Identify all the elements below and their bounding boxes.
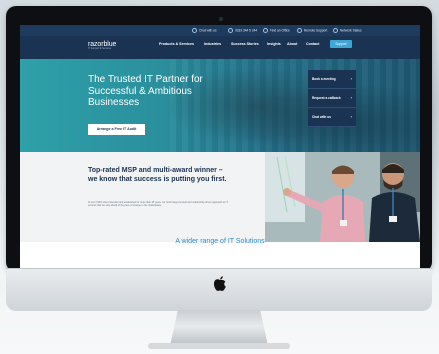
nav-insights[interactable]: Insights (267, 42, 281, 46)
support-button[interactable]: Support (330, 40, 352, 48)
intro-headline: Top-rated MSP and multi-award winner – w… (88, 167, 227, 183)
razorblue-logo[interactable]: razorblue IT Support & Services (88, 41, 116, 50)
nav-about[interactable]: About (287, 42, 297, 46)
chevron-right-icon: › (350, 95, 352, 100)
hero-title: The Trusted IT Partner for Successful & … (88, 74, 203, 108)
topbar-item-chat[interactable]: Chat with us (192, 28, 217, 33)
side-item-book-meeting[interactable]: Book a meeting › (308, 70, 356, 89)
nav-industries[interactable]: Industries (204, 42, 221, 46)
section-title: A wider range of IT Solutions (175, 238, 265, 245)
side-item-label: Book a meeting (312, 77, 336, 81)
team-photo-illustration (265, 152, 420, 242)
monitor-screen: Chat with us 0333 344 5 244 Find an Offi… (20, 25, 420, 269)
team-photo (265, 152, 420, 242)
chevron-right-icon: › (350, 114, 352, 119)
main-navbar (20, 36, 420, 59)
nav-products-services[interactable]: Products & Services (159, 42, 194, 46)
topbar-item-office[interactable]: Find an Office (263, 28, 290, 33)
side-item-chat[interactable]: Chat with us › (308, 108, 356, 127)
side-item-label: Chat with us (312, 115, 331, 119)
nav-contact[interactable]: Contact (306, 42, 319, 46)
monitor-base (148, 343, 290, 349)
arrange-audit-button[interactable]: Arrange a Free IT Audit (88, 124, 145, 135)
chevron-right-icon: › (350, 76, 352, 81)
intro-paragraph: At over 100% client retention and establ… (88, 201, 228, 208)
quick-actions-menu: Book a meeting › Request a callback › Ch… (308, 70, 356, 127)
utility-bar: Chat with us 0333 344 5 244 Find an Offi… (20, 25, 420, 36)
side-item-label: Request a callback (312, 96, 341, 100)
apple-icon (213, 276, 226, 291)
camera-icon (219, 17, 223, 21)
topbar-item-remote-support[interactable]: Remote Support (297, 28, 327, 33)
topbar-item-phone[interactable]: 0333 344 5 244 (228, 28, 257, 33)
nav-success-stories[interactable]: Success Stories (231, 42, 259, 46)
monitor-stand (170, 310, 268, 346)
side-item-request-callback[interactable]: Request a callback › (308, 89, 356, 108)
topbar-item-network-status[interactable]: Network Status (333, 28, 362, 33)
intro-text-panel (20, 152, 265, 242)
